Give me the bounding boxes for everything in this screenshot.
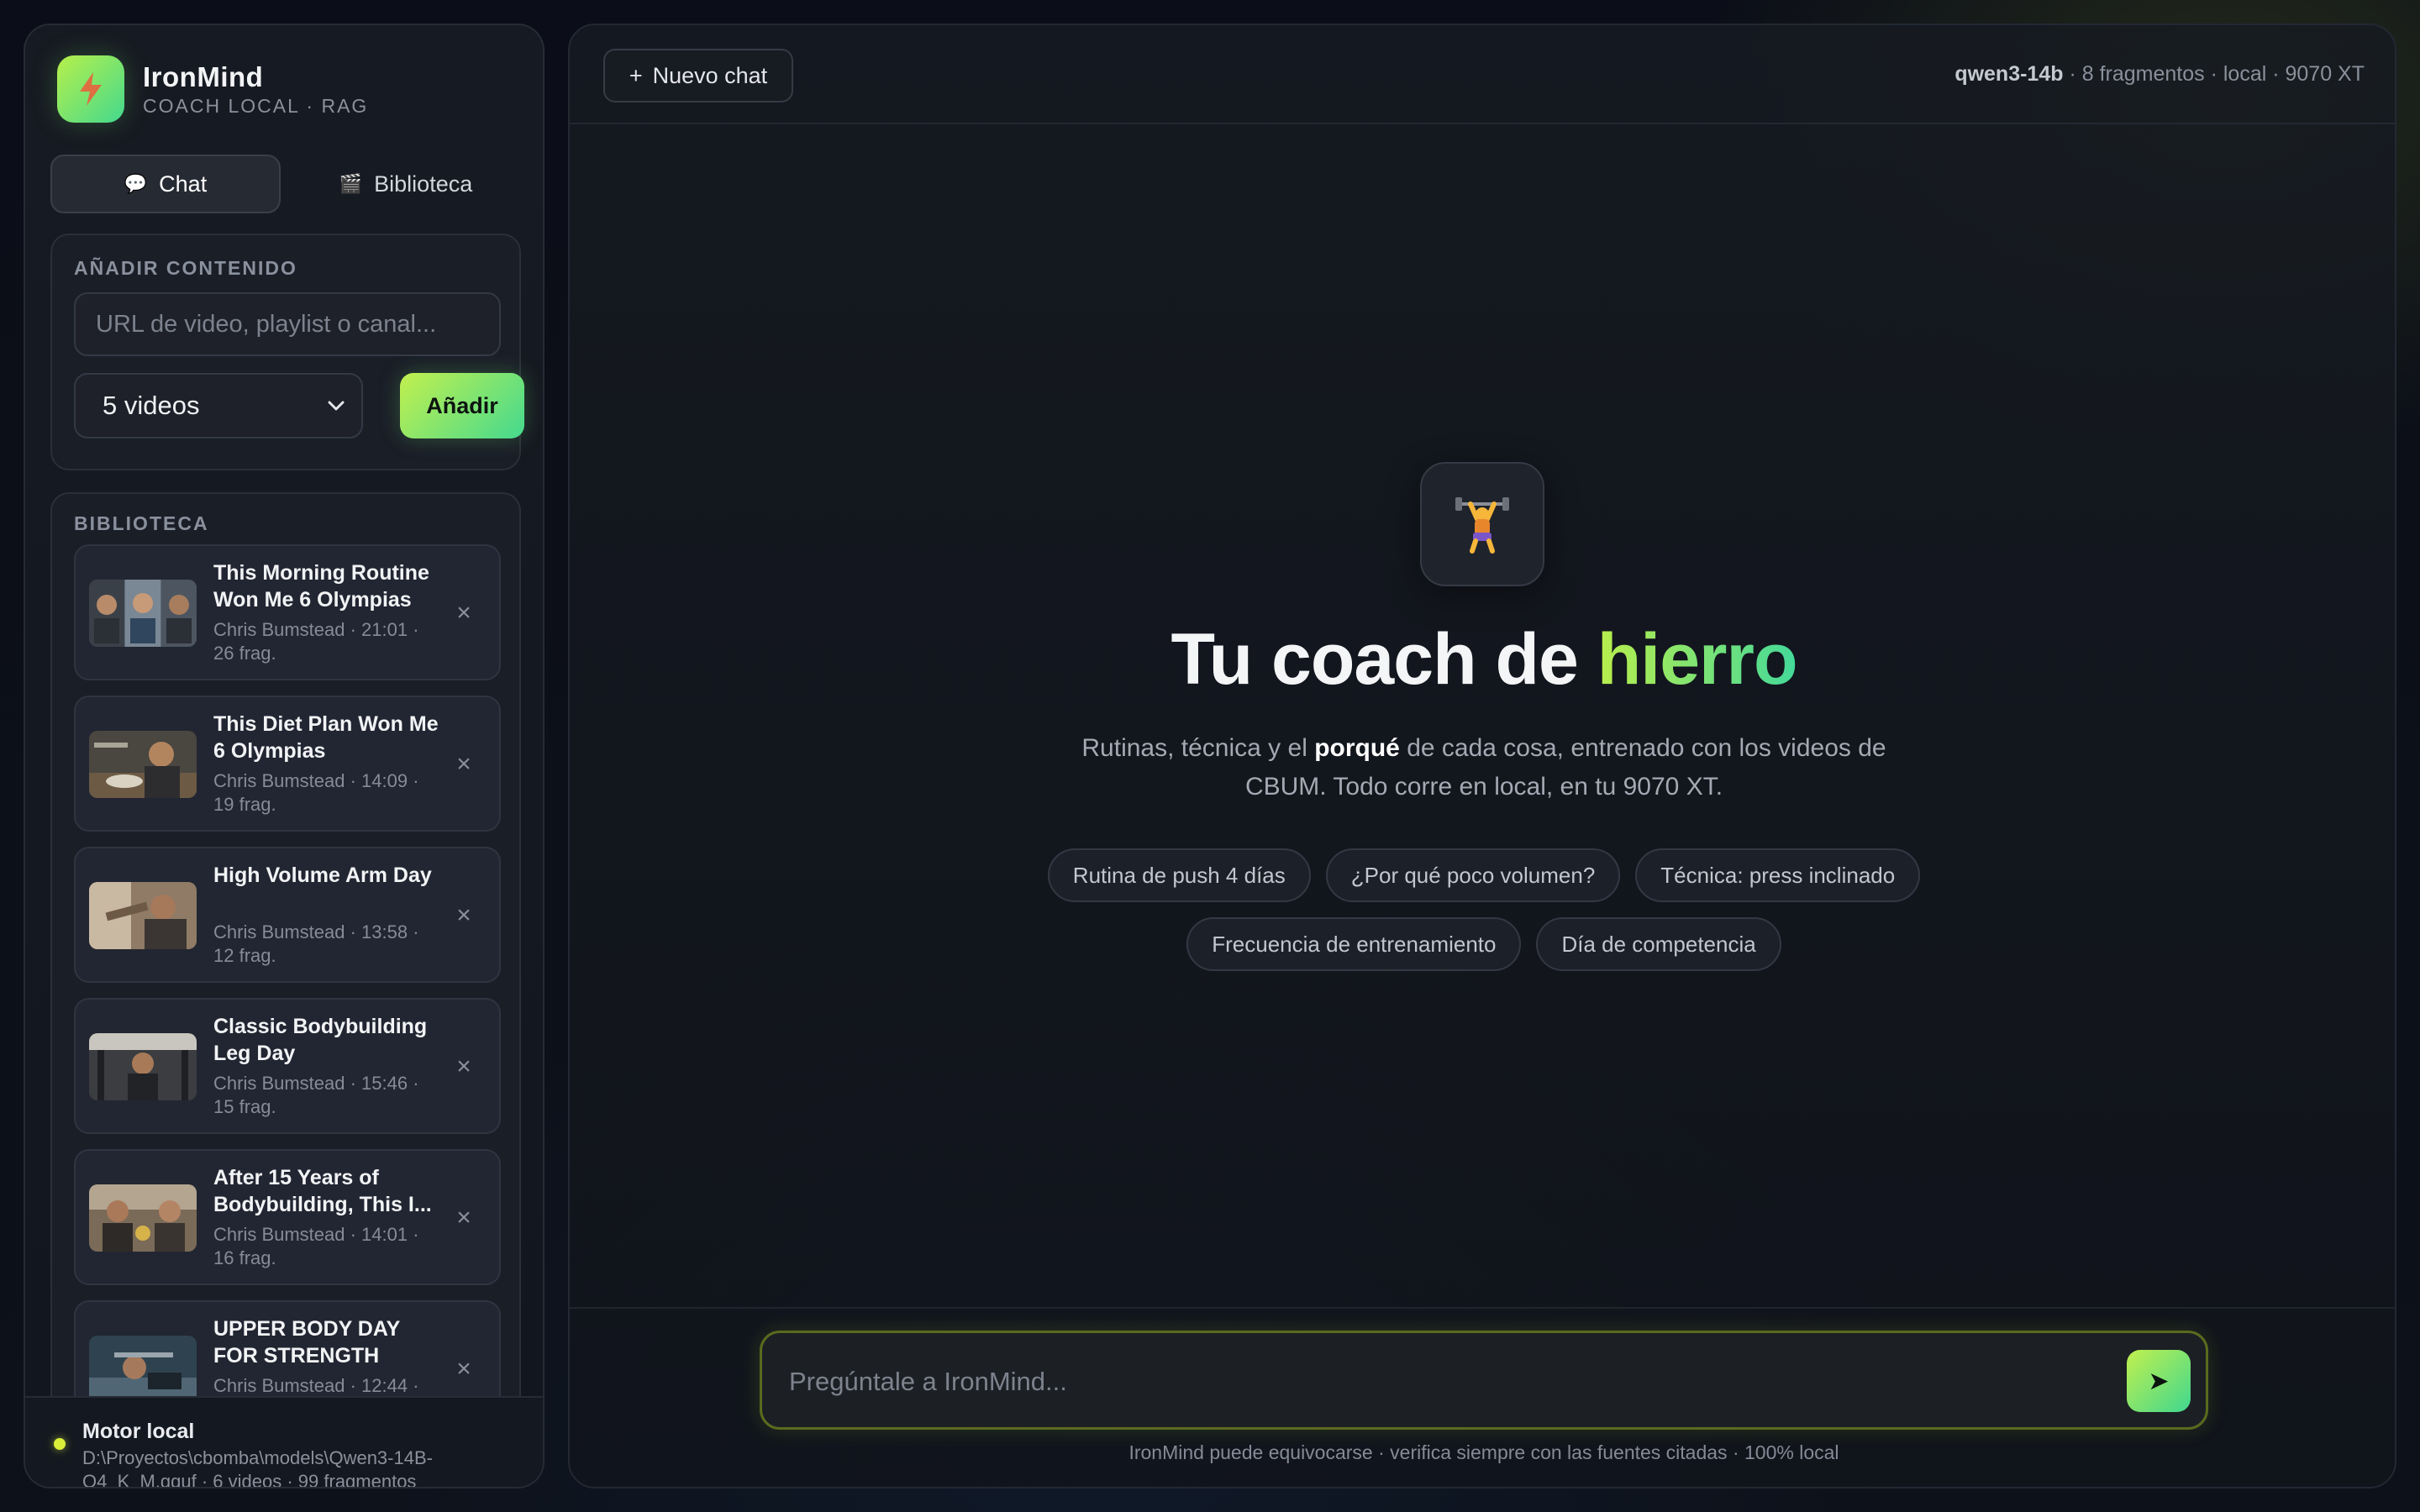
library-item-meta: Chris Bumstead · 14:09 · 19 frag. — [213, 770, 419, 815]
library-item-title: After 15 Years of Bodybuilding, This I..… — [213, 1166, 432, 1216]
library-item[interactable]: This Morning Routine Won Me 6 Olympias C… — [74, 544, 501, 680]
add-content-heading: AÑADIR CONTENIDO — [74, 257, 297, 279]
library-item[interactable]: Classic Bodybuilding Leg Day Chris Bumst… — [74, 998, 501, 1134]
library-item[interactable]: High Volume Arm Day Chris Bumstead · 13:… — [74, 847, 501, 983]
suggestions-row-2: Frecuencia de entrenamiento Día de compe… — [570, 917, 2395, 971]
chat-input[interactable] — [789, 1358, 2049, 1405]
library-item-meta: Chris Bumstead · 13:58 · 12 frag. — [213, 921, 419, 966]
speech-bubble-icon: 💬 — [124, 173, 148, 194]
chat-main: + Nuevo chat qwen3-14b · 8 fragmentos · … — [568, 24, 2396, 1488]
hero-sub-before: Rutinas, técnica y el — [1081, 734, 1315, 762]
tab-chat[interactable]: 💬 Chat — [50, 155, 281, 213]
send-icon: ➤ — [2148, 1367, 2170, 1395]
hero-title: Tu coach de hierro — [570, 618, 2395, 701]
library-panel: BIBLIOTECA This Morning Routine Won Me 6… — [50, 492, 521, 1450]
model-info: qwen3-14b · 8 fragmentos · local · 9070 … — [1954, 62, 2365, 87]
brand-name: IronMind — [143, 60, 264, 92]
close-icon[interactable]: × — [450, 1204, 477, 1231]
library-item-title: This Morning Routine Won Me 6 Olympias — [213, 561, 429, 612]
close-icon[interactable]: × — [450, 599, 477, 627]
engine-path: D:\Proyectos\cbomba\models\Qwen3-14B-Q4_… — [82, 1447, 433, 1488]
library-item-meta: Chris Bumstead · 12:44 · — [213, 1375, 419, 1396]
video-thumbnail — [89, 731, 197, 798]
tab-biblioteca[interactable]: 🎬 Biblioteca — [291, 155, 521, 213]
tab-biblioteca-label: Biblioteca — [374, 171, 473, 197]
hero-sub-bold: porqué — [1314, 734, 1400, 762]
close-icon[interactable]: × — [450, 750, 477, 778]
brand-subtitle: COACH LOCAL · RAG — [143, 94, 369, 117]
library-item[interactable]: After 15 Years of Bodybuilding, This I..… — [74, 1149, 501, 1285]
brand: IronMind COACH LOCAL · RAG — [57, 55, 368, 123]
url-input[interactable] — [74, 292, 501, 356]
library-item-meta: Chris Bumstead · 14:01 · 16 frag. — [213, 1224, 419, 1268]
new-chat-button[interactable]: + Nuevo chat — [603, 49, 793, 102]
suggestion-chip[interactable]: Técnica: press inclinado — [1635, 848, 1921, 902]
close-icon[interactable]: × — [450, 901, 477, 929]
chevron-down-icon — [328, 395, 345, 417]
weightlifter-icon — [1420, 462, 1544, 586]
suggestions-row-1: Rutina de push 4 días ¿Por qué poco volu… — [570, 848, 2395, 902]
status-dot-icon — [54, 1438, 66, 1450]
model-details: · 8 fragmentos · local · 9070 XT — [2063, 62, 2365, 86]
clapperboard-icon: 🎬 — [339, 173, 363, 194]
close-icon[interactable]: × — [450, 1355, 477, 1383]
hero-title-accent: hierro — [1597, 619, 1798, 700]
library-item-meta: Chris Bumstead · 15:46 · 15 frag. — [213, 1073, 419, 1117]
library-item-title: This Diet Plan Won Me 6 Olympias — [213, 712, 439, 763]
suggestion-chip[interactable]: Frecuencia de entrenamiento — [1186, 917, 1522, 971]
sidebar-tabs: 💬 Chat 🎬 Biblioteca — [50, 155, 521, 213]
video-thumbnail — [89, 1184, 197, 1252]
engine-title: Motor local — [82, 1420, 195, 1443]
video-thumbnail — [89, 1336, 197, 1403]
composer-divider — [570, 1307, 2395, 1309]
suggestion-chip[interactable]: Día de competencia — [1536, 917, 1781, 971]
new-chat-label: Nuevo chat — [652, 62, 768, 88]
add-button[interactable]: Añadir — [400, 373, 524, 438]
video-count-value: 5 videos — [103, 391, 200, 420]
suggestion-chip[interactable]: Rutina de push 4 días — [1047, 848, 1311, 902]
composer: ➤ — [760, 1331, 2208, 1430]
library-item[interactable]: This Diet Plan Won Me 6 Olympias Chris B… — [74, 696, 501, 832]
video-thumbnail — [89, 882, 197, 949]
lightning-logo-icon — [57, 55, 124, 123]
engine-status: Motor local D:\Proyectos\cbomba\models\Q… — [25, 1396, 543, 1488]
add-content-panel: AÑADIR CONTENIDO 5 videos Añadir — [50, 234, 524, 470]
close-icon[interactable]: × — [450, 1053, 477, 1080]
library-item-title: Classic Bodybuilding Leg Day — [213, 1015, 428, 1065]
video-thumbnail — [89, 1033, 197, 1100]
library-item-meta: Chris Bumstead · 21:01 · 26 frag. — [213, 619, 419, 664]
library-item-title: UPPER BODY DAY FOR STRENGTH — [213, 1317, 400, 1368]
send-button[interactable]: ➤ — [2127, 1350, 2191, 1412]
hero-title-main: Tu coach de — [1171, 619, 1597, 700]
video-thumbnail — [89, 580, 197, 647]
disclaimer: IronMind puede equivocarse · verifica si… — [1128, 1441, 1839, 1463]
video-count-select[interactable]: 5 videos — [74, 373, 363, 438]
plus-icon: + — [629, 62, 643, 88]
sidebar: IronMind COACH LOCAL · RAG 💬 Chat 🎬 Bibl… — [24, 24, 544, 1488]
library-item-title: High Volume Arm Day — [213, 864, 432, 887]
hero-subtitle: Rutinas, técnica y el porqué de cada cos… — [1064, 729, 1904, 806]
model-name: qwen3-14b — [1954, 62, 2064, 86]
tab-chat-label: Chat — [159, 171, 208, 197]
library-list: This Morning Routine Won Me 6 Olympias C… — [74, 544, 501, 1450]
topbar: + Nuevo chat qwen3-14b · 8 fragmentos · … — [570, 25, 2395, 124]
library-heading: BIBLIOTECA — [74, 512, 209, 534]
suggestion-chip[interactable]: ¿Por qué poco volumen? — [1325, 848, 1621, 902]
